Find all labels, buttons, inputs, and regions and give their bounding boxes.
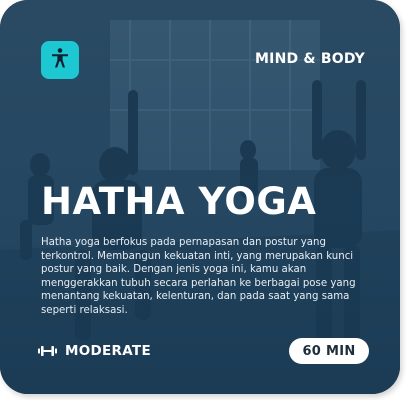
duration-pill: 60 MIN [289,338,369,364]
workout-description: Hatha yoga berfokus pada pernapasan dan … [41,237,356,316]
difficulty-label: MODERATE [65,343,151,359]
dumbbell-icon [38,345,57,357]
activity-badge [41,41,79,79]
category-label: MIND & BODY [255,51,365,67]
person-accessibility-icon [48,46,72,75]
workout-card[interactable]: MIND & BODY HATHA YOGA Hatha yoga berfok… [0,0,400,394]
workout-title: HATHA YOGA [41,180,317,223]
difficulty-level: MODERATE [38,341,151,361]
